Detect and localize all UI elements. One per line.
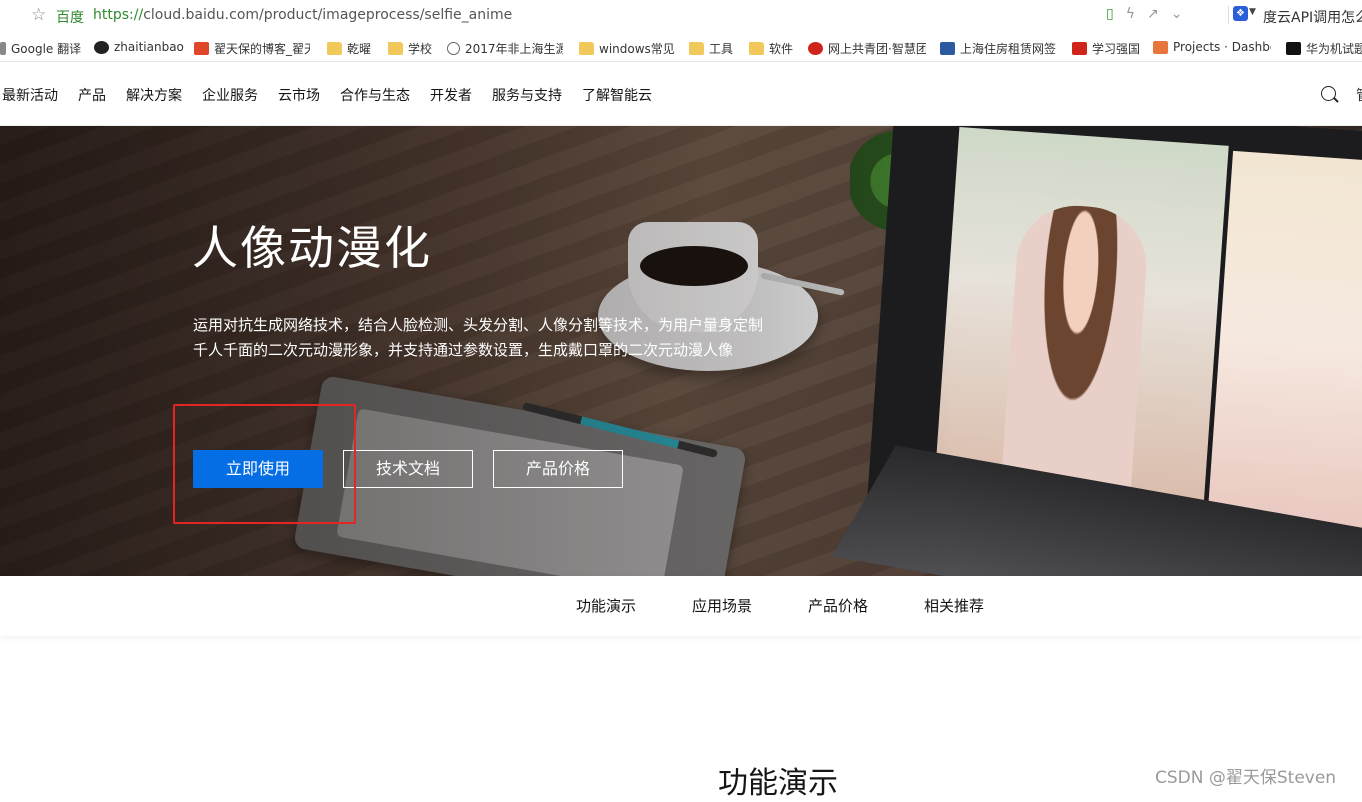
url-protocol: https:// — [93, 7, 144, 23]
bookmarks-bar: Google 翻译 zhaitianbao 翟天保的博客_翟天 乾曜 学校 20… — [0, 32, 1362, 62]
folder-icon — [749, 42, 764, 55]
nav-item-market[interactable]: 云市场 — [278, 85, 320, 105]
bookmark-folder-windows[interactable]: windows常见 — [579, 40, 675, 57]
bookmark-folder-school[interactable]: 学校 — [388, 40, 432, 57]
site-label: 百度 — [56, 10, 84, 26]
nav-item-support[interactable]: 服务与支持 — [492, 85, 562, 105]
bookmark-label: 工具 — [709, 42, 734, 56]
folder-icon — [579, 42, 594, 55]
chevron-down-icon[interactable]: ⌄ — [1171, 6, 1183, 22]
bookmark-label: Projects · Dashbo — [1173, 40, 1271, 54]
bookmark-star-icon[interactable]: ☆ — [31, 5, 46, 25]
bookmark-google-translate[interactable]: Google 翻译 — [0, 40, 81, 57]
bookmark-youth-league[interactable]: 网上共青团·智慧团 — [808, 40, 926, 57]
bookmark-folder-tools[interactable]: 工具 — [689, 40, 733, 57]
tech-docs-button[interactable]: 技术文档 — [343, 450, 473, 488]
bookmark-label: 华为机试题 — [1306, 42, 1362, 56]
tab-scenarios[interactable]: 应用场景 — [692, 595, 752, 616]
bookmark-label: zhaitianbao — [114, 40, 184, 54]
bookmark-xuexi[interactable]: 学习强国 — [1072, 40, 1140, 57]
housing-icon — [940, 42, 955, 55]
bookmark-label: 学习强国 — [1092, 42, 1141, 56]
bookmark-folder-software[interactable]: 软件 — [749, 40, 793, 57]
globe-icon — [447, 42, 460, 55]
nav-items: 最新活动 产品 解决方案 企业服务 云市场 合作与生态 开发者 服务与支持 了解… — [2, 85, 672, 105]
nowcoder-icon — [1286, 42, 1301, 55]
bookmark-label: 软件 — [769, 42, 794, 56]
bookmark-folder-qianyao[interactable]: 乾曜 — [327, 40, 371, 57]
product-price-button[interactable]: 产品价格 — [493, 450, 623, 488]
reader-mode-icon[interactable]: ▯ — [1106, 6, 1114, 22]
nav-item-partners[interactable]: 合作与生态 — [340, 85, 410, 105]
bookmark-label: Google 翻译 — [11, 42, 82, 56]
address-tools: ▯ ϟ ↗ ⌄ — [1106, 6, 1182, 22]
tab-demo[interactable]: 功能演示 — [576, 595, 636, 616]
hero-description-line2: 千人千面的二次元动漫形象，并支持通过参数设置，生成戴口罩的二次元动漫人像 — [193, 341, 734, 359]
translate-icon — [0, 42, 6, 55]
github-icon — [94, 40, 109, 54]
caret-down-icon: ▼ — [1249, 7, 1256, 17]
section-title: 功能演示 — [718, 766, 838, 801]
nav-item-console[interactable]: 管 — [1356, 85, 1362, 105]
bookmark-label: 2017年非上海生源 — [465, 42, 563, 56]
nav-item-products[interactable]: 产品 — [78, 85, 106, 105]
bookmark-github[interactable]: zhaitianbao — [94, 40, 184, 54]
bookmark-gitlab[interactable]: Projects · Dashbo — [1153, 40, 1271, 54]
gitlab-icon — [1153, 40, 1168, 54]
bookmark-label: 学校 — [408, 42, 433, 56]
youth-league-icon — [808, 42, 823, 55]
csdn-icon — [194, 42, 209, 55]
site-navigation: 最新活动 产品 解决方案 企业服务 云市场 合作与生态 开发者 服务与支持 了解… — [0, 63, 1362, 126]
nav-item-enterprise[interactable]: 企业服务 — [202, 85, 258, 105]
bookmark-label: 上海住房租赁网签 — [960, 42, 1056, 56]
annotation-highlight-box — [173, 404, 356, 524]
extension-button[interactable]: ❖ ▼ — [1228, 6, 1258, 24]
section-tabs: 功能演示 应用场景 产品价格 相关推荐 — [0, 576, 1362, 636]
folder-icon — [689, 42, 704, 55]
bookmark-label: 乾曜 — [347, 42, 372, 56]
section-tab-items: 功能演示 应用场景 产品价格 相关推荐 — [576, 595, 1040, 616]
lightning-icon[interactable]: ϟ — [1126, 6, 1135, 22]
history-tab-title[interactable]: 度云API调用怎么 — [1263, 7, 1362, 27]
nav-item-solutions[interactable]: 解决方案 — [126, 85, 182, 105]
xuexi-icon — [1072, 42, 1087, 55]
bookmark-csdn-blog[interactable]: 翟天保的博客_翟天 — [194, 40, 310, 57]
nav-item-developers[interactable]: 开发者 — [430, 85, 472, 105]
folder-icon — [327, 42, 342, 55]
nav-item-latest[interactable]: 最新活动 — [2, 85, 58, 105]
csdn-watermark: CSDN @翟天保Steven — [1155, 768, 1337, 788]
bookmark-nowcoder[interactable]: 华为机试题 — [1286, 40, 1362, 57]
bookmark-housing[interactable]: 上海住房租赁网签 — [940, 40, 1056, 57]
bookmark-label: 翟天保的博客_翟天 — [214, 42, 310, 56]
share-icon[interactable]: ↗ — [1147, 6, 1159, 22]
tab-recommendations[interactable]: 相关推荐 — [924, 595, 984, 616]
search-icon[interactable] — [1321, 86, 1336, 101]
tab-pricing[interactable]: 产品价格 — [808, 595, 868, 616]
hero-title: 人像动漫化 — [192, 221, 432, 275]
browser-address-bar: ☆ 百度 https://cloud.baidu.com/product/ima… — [0, 0, 1362, 32]
baidu-paw-icon: ❖ — [1233, 6, 1248, 21]
hero-description: 运用对抗生成网络技术，结合人脸检测、头发分割、人像分割等技术，为用户量身定制 千… — [193, 313, 813, 363]
hero-description-line1: 运用对抗生成网络技术，结合人脸检测、头发分割、人像分割等技术，为用户量身定制 — [193, 316, 764, 334]
url-field[interactable]: https://cloud.baidu.com/product/imagepro… — [93, 7, 512, 23]
nav-item-about[interactable]: 了解智能云 — [582, 85, 652, 105]
bookmark-label: 网上共青团·智慧团 — [828, 42, 926, 56]
bookmark-2017[interactable]: 2017年非上海生源 — [447, 40, 563, 57]
url-path: cloud.baidu.com/product/imageprocess/sel… — [143, 7, 513, 23]
folder-icon — [388, 42, 403, 55]
bookmark-label: windows常见 — [599, 42, 675, 56]
